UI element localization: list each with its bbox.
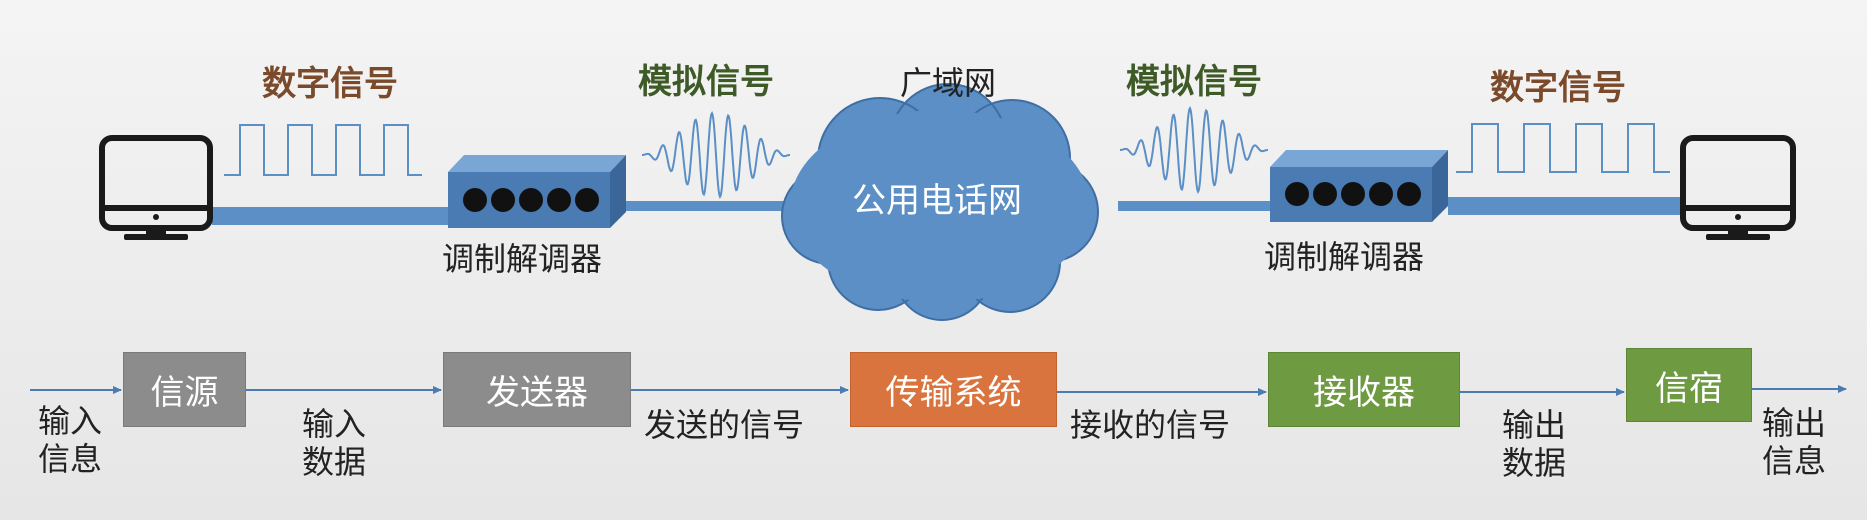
right-analog-signal-label: 模拟信号 [1126, 62, 1262, 102]
right-digital-waveform [1456, 123, 1670, 173]
input-data-label: 输入 数据 [302, 405, 367, 482]
cable-right-analog [1118, 201, 1276, 211]
output-info-label: 输出 信息 [1762, 404, 1827, 481]
diagram-stage: 数字信号 模拟信号 广域网 模拟信号 数字信号 公用电话网 调制解调器 调制解调… [0, 0, 1867, 520]
left-analog-signal-label: 模拟信号 [638, 62, 774, 102]
receiver-block: 接收器 [1268, 352, 1460, 427]
right-computer-icon [1680, 135, 1796, 240]
left-digital-waveform [224, 124, 422, 176]
left-digital-signal-label: 数字信号 [262, 64, 398, 104]
received-signal-label: 接收的信号 [1070, 406, 1231, 444]
transmission-system-block: 传输系统 [850, 352, 1057, 427]
left-analog-waveform [642, 110, 790, 200]
left-modem-icon [448, 155, 626, 228]
cable-right-digital [1448, 197, 1686, 215]
right-modem-icon [1270, 150, 1448, 222]
right-analog-waveform [1120, 105, 1268, 195]
left-computer-icon [99, 135, 213, 240]
output-data-label: 输出 数据 [1502, 406, 1567, 483]
right-modem-label: 调制解调器 [1264, 238, 1425, 276]
sent-signal-label: 发送的信号 [644, 406, 805, 444]
cable-left-analog [614, 201, 798, 211]
left-modem-label: 调制解调器 [442, 240, 603, 278]
input-info-label: 输入 信息 [38, 402, 103, 479]
destination-block: 信宿 [1626, 348, 1752, 422]
wan-label: 广域网 [900, 64, 997, 102]
right-digital-signal-label: 数字信号 [1490, 68, 1626, 108]
cable-left-digital [212, 207, 452, 225]
source-block: 信源 [123, 352, 246, 427]
cloud-label: 公用电话网 [852, 181, 1022, 221]
transmitter-block: 发送器 [443, 352, 631, 427]
